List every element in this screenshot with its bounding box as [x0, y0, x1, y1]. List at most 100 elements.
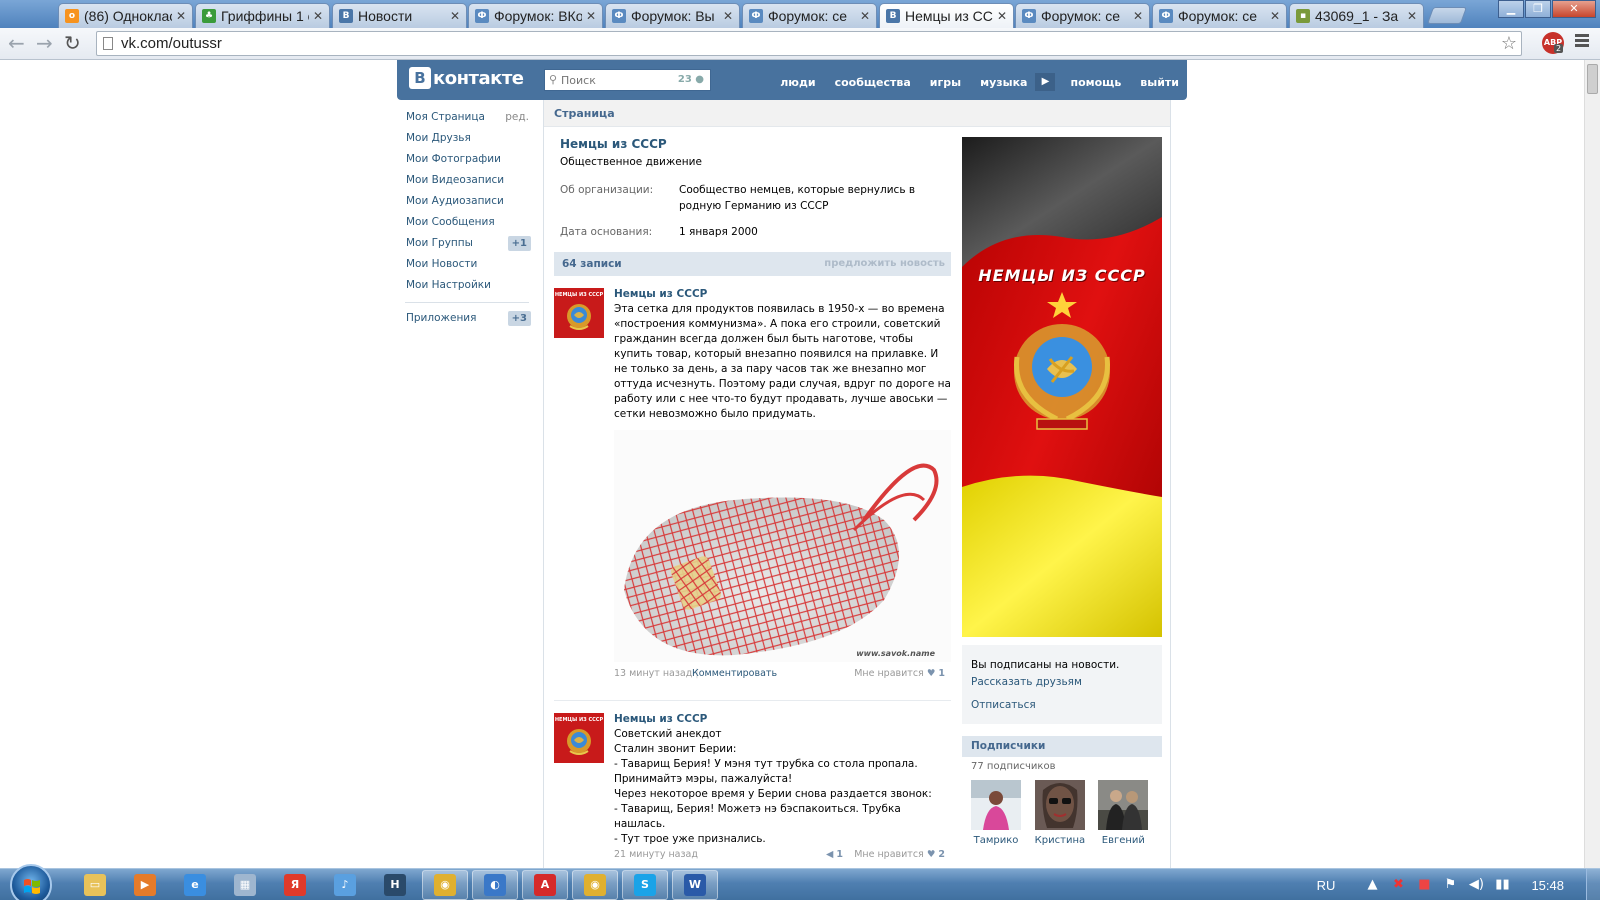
- close-tab-icon[interactable]: ✕: [176, 9, 186, 23]
- post-author-link[interactable]: Немцы из СССР: [614, 713, 951, 725]
- chrome-menu-icon[interactable]: [1575, 34, 1589, 49]
- share-button[interactable]: ◀ 1: [826, 849, 843, 860]
- group-avatar[interactable]: НЕМЦЫ ИЗ СССР: [554, 713, 604, 763]
- post-time[interactable]: 21 минуту назад: [614, 849, 698, 860]
- menu-my-settings[interactable]: Мои Настройки: [397, 275, 537, 296]
- nav-help[interactable]: помощь: [1070, 76, 1121, 89]
- search-box[interactable]: ⚲ 23 ●: [544, 69, 711, 91]
- subscriber[interactable]: Тамрико: [971, 780, 1035, 846]
- browser-tab[interactable]: Ф Форумок: Вы ✕: [605, 3, 740, 28]
- comment-link[interactable]: Комментировать: [692, 668, 777, 679]
- unsubscribe-link[interactable]: Отписаться: [971, 697, 1153, 714]
- menu-my-friends[interactable]: Мои Друзья: [397, 128, 537, 149]
- maximize-button[interactable]: ❐: [1525, 0, 1551, 18]
- taskbar-app[interactable]: W: [672, 870, 718, 900]
- nav-people[interactable]: люди: [780, 76, 815, 89]
- nav-communities[interactable]: сообщества: [835, 76, 911, 89]
- volume-icon[interactable]: ◀): [1467, 877, 1485, 893]
- play-icon[interactable]: ▶: [1035, 73, 1056, 91]
- browser-tab[interactable]: Ф Форумок: се ✕: [742, 3, 877, 28]
- taskbar-app[interactable]: ◉: [422, 870, 468, 900]
- flag-icon[interactable]: ⚑: [1441, 877, 1459, 893]
- post-time[interactable]: 13 минут назад |: [614, 668, 699, 679]
- vk-logo[interactable]: В контакте: [409, 67, 524, 89]
- taskbar-app[interactable]: ◉: [572, 870, 618, 900]
- avatar[interactable]: [971, 780, 1021, 830]
- browser-tab[interactable]: ♣ Гриффины 1 сезон ✕: [195, 3, 330, 28]
- subscribers-count[interactable]: 77 подписчиков: [962, 757, 1162, 776]
- taskbar-app[interactable]: ▭: [72, 870, 118, 900]
- network-icon[interactable]: ▮▮: [1493, 877, 1511, 893]
- taskbar-app[interactable]: S: [622, 870, 668, 900]
- page-scrollbar[interactable]: [1584, 60, 1600, 868]
- back-arrow-icon[interactable]: ←: [8, 33, 25, 53]
- close-tab-icon[interactable]: ✕: [313, 9, 323, 23]
- start-button[interactable]: [10, 864, 52, 900]
- minimize-button[interactable]: ▁: [1498, 0, 1524, 18]
- browser-tab[interactable]: В Немцы из СССР ✕: [879, 3, 1014, 28]
- menu-my-videos[interactable]: Мои Видеозаписи: [397, 170, 537, 191]
- subscriber-name[interactable]: Кристина: [1035, 835, 1085, 846]
- browser-tab[interactable]: Ф Форумок: ВКонтакте ✕: [468, 3, 603, 28]
- suggest-news-link[interactable]: предложить новость: [824, 252, 945, 276]
- url-text[interactable]: vk.com/outussr: [121, 35, 222, 52]
- browser-tab[interactable]: Ф Форумок: се ✕: [1152, 3, 1287, 28]
- scrollbar-thumb[interactable]: [1587, 64, 1598, 94]
- menu-my-groups[interactable]: Мои Группы +1: [397, 233, 537, 254]
- online-friends-count[interactable]: 23 ●: [678, 74, 704, 85]
- close-tab-icon[interactable]: ✕: [997, 9, 1007, 23]
- wall-post-count[interactable]: 64 записи: [562, 252, 622, 276]
- close-window-button[interactable]: ✕: [1552, 0, 1596, 18]
- taskbar-app[interactable]: ▦: [222, 870, 268, 900]
- menu-my-photos[interactable]: Мои Фотографии: [397, 149, 537, 170]
- close-tab-icon[interactable]: ✕: [723, 9, 733, 23]
- antivirus-icon[interactable]: ■: [1415, 877, 1433, 893]
- subscriber-name[interactable]: Евгений: [1098, 835, 1148, 846]
- avatar[interactable]: [1034, 780, 1085, 830]
- subscriber[interactable]: Кристина: [1034, 780, 1099, 846]
- group-avatar[interactable]: НЕМЦЫ ИЗ СССР: [554, 288, 604, 338]
- avatar[interactable]: [1098, 780, 1149, 830]
- network-error-icon[interactable]: ✖: [1389, 877, 1407, 893]
- like-button[interactable]: Мне нравится ♥ 1: [854, 668, 945, 679]
- bookmark-star-icon[interactable]: ☆: [1501, 33, 1517, 54]
- reload-icon[interactable]: ↻: [64, 33, 81, 53]
- group-cover-image[interactable]: НЕМЦЫ ИЗ СССР: [962, 137, 1162, 637]
- post-author-link[interactable]: Немцы из СССР: [614, 288, 951, 300]
- close-tab-icon[interactable]: ✕: [586, 9, 596, 23]
- close-tab-icon[interactable]: ✕: [450, 9, 460, 23]
- menu-my-news[interactable]: Мои Новости: [397, 254, 537, 275]
- subscriber-name[interactable]: Тамрико: [971, 835, 1021, 846]
- clock[interactable]: 15:48: [1531, 878, 1564, 893]
- address-bar[interactable]: vk.com/outussr ☆: [96, 31, 1522, 56]
- browser-tab[interactable]: о (86) Одноклассники ✕: [58, 3, 193, 28]
- menu-apps[interactable]: Приложения +3: [397, 308, 537, 329]
- taskbar-app[interactable]: e: [172, 870, 218, 900]
- show-desktop-button[interactable]: [1586, 869, 1600, 900]
- taskbar-app[interactable]: ♪: [322, 870, 368, 900]
- menu-my-page[interactable]: Моя Страница ред.: [397, 107, 537, 128]
- search-input[interactable]: [561, 72, 661, 88]
- close-tab-icon[interactable]: ✕: [1407, 9, 1417, 23]
- close-tab-icon[interactable]: ✕: [860, 9, 870, 23]
- language-indicator[interactable]: RU: [1317, 878, 1336, 893]
- show-hidden-icons-icon[interactable]: ▲: [1363, 877, 1381, 893]
- tell-friends-link[interactable]: Рассказать друзьям: [971, 674, 1153, 691]
- browser-tab[interactable]: Ф Форумок: се ✕: [1015, 3, 1150, 28]
- taskbar-app[interactable]: H: [372, 870, 418, 900]
- forward-arrow-icon[interactable]: →: [36, 33, 53, 53]
- nav-games[interactable]: игры: [930, 76, 961, 89]
- taskbar-app[interactable]: ◐: [472, 870, 518, 900]
- new-tab-button[interactable]: [1426, 7, 1468, 24]
- nav-logout[interactable]: выйти: [1140, 76, 1179, 89]
- close-tab-icon[interactable]: ✕: [1133, 9, 1143, 23]
- menu-my-messages[interactable]: Мои Сообщения: [397, 212, 537, 233]
- taskbar-app[interactable]: Я: [272, 870, 318, 900]
- menu-my-audio[interactable]: Мои Аудиозаписи: [397, 191, 537, 212]
- taskbar-app[interactable]: ▶: [122, 870, 168, 900]
- edit-link[interactable]: ред.: [505, 107, 529, 128]
- subscriber[interactable]: Евгений: [1098, 780, 1162, 846]
- post-photo[interactable]: www.savok.name: [614, 430, 951, 662]
- subscribers-header[interactable]: Подписчики: [962, 736, 1162, 757]
- like-button[interactable]: Мне нравится ♥ 2: [854, 849, 945, 860]
